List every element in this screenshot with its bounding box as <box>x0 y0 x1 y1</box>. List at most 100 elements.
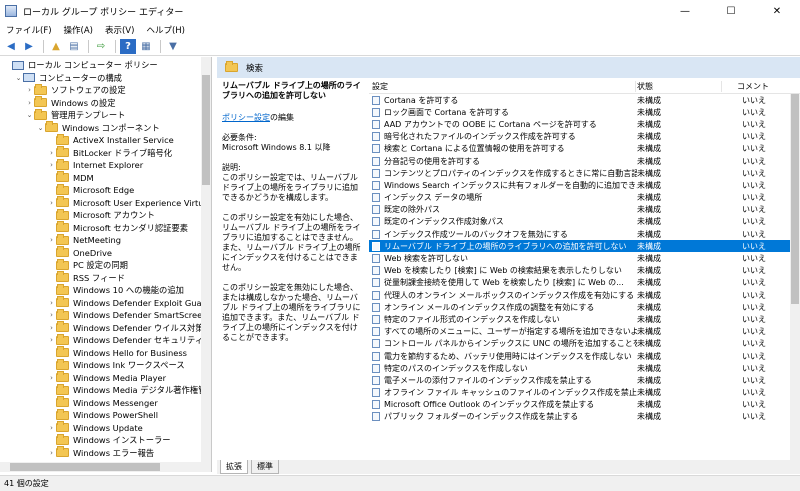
expander-icon[interactable]: › <box>47 236 56 244</box>
table-row[interactable]: Web を検索したり [検索] に Web の検索結果を表示したりしない 未構成 い… <box>369 265 790 277</box>
expander-icon[interactable]: › <box>47 299 56 307</box>
tree-horizontal-scrollbar[interactable] <box>0 462 202 472</box>
table-row[interactable]: 既定の除外パス 未構成 いいえ <box>369 204 790 216</box>
expander-icon[interactable]: › <box>25 86 34 94</box>
tree-item[interactable]: › BitLocker ドライブ暗号化 <box>47 146 172 160</box>
table-row[interactable]: インデックス データの場所 未構成 いいえ <box>369 192 790 204</box>
tree-item[interactable]: Windows Messenger <box>47 396 158 410</box>
table-row[interactable]: AAD アカウントでの OOBE に Cortana ページを許可する 未構成 いい… <box>369 118 790 130</box>
properties-icon[interactable]: ▦ <box>138 39 154 54</box>
menu-file[interactable]: ファイル(F) <box>0 24 58 36</box>
edit-policy-link[interactable]: ポリシー設定 <box>222 113 270 122</box>
table-row[interactable]: インデックス作成ツールのバックオフを無効にする 未構成 いいえ <box>369 228 790 240</box>
menu-view[interactable]: 表示(V) <box>99 24 140 36</box>
table-row[interactable]: Cortana を許可する 未構成 いいえ <box>369 94 790 106</box>
table-row[interactable]: ロック画面で Cortana を許可する 未構成 いいえ <box>369 106 790 118</box>
table-row[interactable]: 電子メールの添付ファイルのインデックス作成を禁止する 未構成 いいえ <box>369 374 790 386</box>
table-row[interactable]: 電力を節約するため、バッテリ使用時にはインデックスを作成しない 未構成 いいえ <box>369 350 790 362</box>
column-header-setting[interactable]: 設定 <box>369 81 637 92</box>
table-row[interactable]: Web 検索を許可しない 未構成 いいえ <box>369 252 790 264</box>
expander-icon[interactable]: › <box>47 449 56 457</box>
table-row[interactable]: オフライン ファイル キャッシュのファイルのインデックス作成を禁止する 未構成 いい… <box>369 387 790 399</box>
list-vertical-scrollbar[interactable] <box>790 94 800 460</box>
close-button[interactable]: ✕ <box>754 0 800 22</box>
tree-item[interactable]: › Microsoft User Experience Virtualizatio… <box>47 196 211 210</box>
tree-item[interactable]: › Windows Media Player <box>47 371 166 385</box>
menu-action[interactable]: 操作(A) <box>58 24 99 36</box>
tree-item[interactable]: Windows Hello for Business <box>47 346 187 360</box>
tree-item[interactable]: › Windows の設定 <box>25 96 116 110</box>
tree-item[interactable]: › ソフトウェアの設定 <box>25 83 126 97</box>
table-row[interactable]: コントロール パネルからインデックスに UNC の場所を追加することを... 未構… <box>369 338 790 350</box>
table-row[interactable]: Microsoft Office Outlook のインデックス作成を禁止する 未… <box>369 399 790 411</box>
help-icon[interactable]: ? <box>120 39 136 54</box>
table-row[interactable]: 特定のパスのインデックスを作成しない 未構成 いいえ <box>369 362 790 374</box>
expander-icon[interactable]: › <box>47 311 56 319</box>
tree-item[interactable]: MDM <box>47 171 94 185</box>
table-row[interactable]: 特定のファイル形式のインデックスを作成しない 未構成 いいえ <box>369 313 790 325</box>
expander-icon[interactable]: ⌄ <box>36 124 45 132</box>
minimize-button[interactable]: — <box>662 0 708 22</box>
show-hide-tree-icon[interactable]: ▤ <box>66 39 82 54</box>
expander-icon[interactable]: › <box>47 199 56 207</box>
tree-item[interactable]: › Windows エラー報告 <box>47 446 154 460</box>
column-header-state[interactable]: 状態 <box>637 81 723 92</box>
tree-item[interactable]: Microsoft アカウント <box>47 208 155 222</box>
menu-help[interactable]: ヘルプ(H) <box>140 24 191 36</box>
tree-item[interactable]: ローカル コンピューター ポリシー <box>3 59 158 72</box>
tree-item[interactable]: › Windows Update <box>47 421 143 435</box>
tree-item[interactable]: Windows 10 への機能の追加 <box>47 283 184 297</box>
tree-item[interactable]: › NetMeeting <box>47 233 121 247</box>
expander-icon[interactable]: ⌄ <box>14 74 23 82</box>
tree-item[interactable]: OneDrive <box>47 246 112 260</box>
forward-arrow-icon[interactable]: ▶ <box>21 39 37 54</box>
export-list-icon[interactable]: ⇨ <box>93 39 109 54</box>
table-row[interactable]: 既定のインデックス作成対象パス 未構成 いいえ <box>369 216 790 228</box>
expander-icon[interactable]: › <box>47 424 56 432</box>
filter-icon[interactable]: ▼ <box>165 39 181 54</box>
tree-item[interactable]: ⌄ コンピューターの構成 <box>14 72 122 85</box>
table-row[interactable]: 従量制課金接続を使用して Web を検索したり [検索] に Web の... 未… <box>369 277 790 289</box>
tree-item[interactable]: › Windows Defender Exploit Guard <box>47 296 210 310</box>
tree-vertical-scrollbar[interactable] <box>201 57 211 472</box>
expander-icon[interactable]: › <box>47 336 56 344</box>
table-row[interactable]: リムーバブル ドライブ上の場所のライブラリへの追加を許可しない 未構成 いいえ <box>369 240 790 253</box>
tab-standard[interactable]: 標準 <box>251 460 279 474</box>
expander-icon[interactable]: › <box>47 161 56 169</box>
tree-item[interactable]: Windows PowerShell <box>47 408 158 422</box>
tree-item[interactable]: Windows Media デジタル著作権管理 <box>47 383 211 397</box>
tree-item[interactable]: › Internet Explorer <box>47 158 143 172</box>
up-folder-icon[interactable]: ▲ <box>48 39 64 54</box>
expander-icon[interactable]: ⌄ <box>25 111 34 119</box>
maximize-button[interactable]: ☐ <box>708 0 754 22</box>
expander-icon[interactable]: › <box>47 324 56 332</box>
tree-item[interactable]: Microsoft Edge <box>47 183 134 197</box>
table-row[interactable]: すべての場所のメニューに、ユーザーが指定する場所を追加できないよ... 未構成 いい… <box>369 326 790 338</box>
tree-item[interactable]: › Windows Defender ウイルス対策 <box>47 321 204 335</box>
tree-item[interactable]: Windows Ink ワークスペース <box>47 358 185 372</box>
table-row[interactable]: 検索と Cortana による位置情報の使用を許可する 未構成 いいえ <box>369 143 790 155</box>
table-row[interactable]: 代理人のオンライン メールボックスのインデックス作成を有効にする 未構成 いいえ <box>369 289 790 301</box>
tree-item[interactable]: ⌄ 管理用テンプレート <box>25 108 125 122</box>
column-header-comment[interactable]: コメント <box>737 81 787 92</box>
table-row[interactable]: コンテンツとプロパティのインデックスを作成するときに常に自動言語... 未構成 いい… <box>369 167 790 179</box>
tree-item[interactable]: ActiveX Installer Service <box>47 133 174 147</box>
tree-item[interactable]: Windows インストーラー <box>47 433 171 447</box>
back-arrow-icon[interactable]: ◀ <box>3 39 19 54</box>
tree-item[interactable]: RSS フィード <box>47 271 125 285</box>
tree-item[interactable]: PC 設定の同期 <box>47 258 128 272</box>
expander-icon[interactable]: › <box>25 99 34 107</box>
tab-extended[interactable]: 拡張 <box>220 460 248 474</box>
tree-item[interactable]: Microsoft セカンダリ認証要素 <box>47 221 188 235</box>
tree-item[interactable]: › Windows Defender SmartScreen <box>47 308 208 322</box>
expander-icon[interactable]: › <box>47 149 56 157</box>
folder-icon <box>45 121 58 133</box>
table-row[interactable]: オンライン メールのインデックス作成の調整を有効にする 未構成 いいえ <box>369 301 790 313</box>
tree-item[interactable]: › Windows Defender セキュリティ センター <box>47 333 211 347</box>
table-row[interactable]: Windows Search インデックスに共有フォルダーを自動的に追加でき..… <box>369 179 790 191</box>
table-row[interactable]: 分音記号の使用を許可する 未構成 いいえ <box>369 155 790 167</box>
expander-icon[interactable]: › <box>47 374 56 382</box>
tree-item[interactable]: ⌄ Windows コンポーネント <box>36 121 160 135</box>
table-row[interactable]: パブリック フォルダーのインデックス作成を禁止する 未構成 いいえ <box>369 411 790 423</box>
table-row[interactable]: 暗号化されたファイルのインデックス作成を許可する 未構成 いいえ <box>369 131 790 143</box>
